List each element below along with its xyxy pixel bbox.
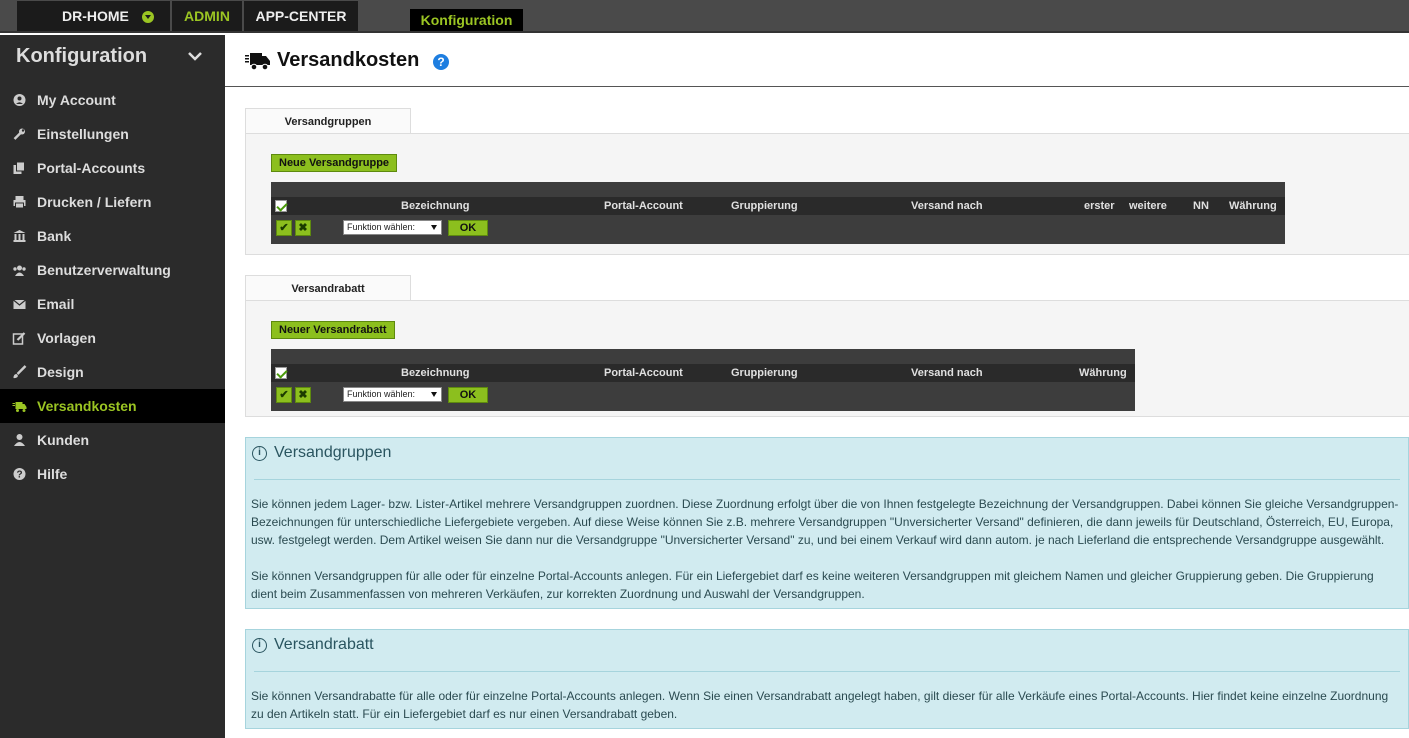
help-icon[interactable]: ? bbox=[433, 54, 449, 70]
sidebar-item-label: Bank bbox=[37, 228, 72, 244]
col-versand-nach[interactable]: Versand nach bbox=[911, 197, 983, 215]
info-title: Versandrabatt bbox=[274, 636, 374, 653]
col-versand-nach[interactable]: Versand nach bbox=[911, 364, 983, 382]
col-portal-account[interactable]: Portal-Account bbox=[604, 197, 683, 215]
ok-button[interactable]: OK bbox=[448, 220, 488, 236]
info-box-versandgruppen: i Versandgruppen Sie können jedem Lager-… bbox=[245, 437, 1409, 609]
col-erster[interactable]: erster bbox=[1084, 197, 1115, 215]
col-gruppierung[interactable]: Gruppierung bbox=[731, 364, 798, 382]
versandrabatt-panel: Neuer Versandrabatt Bezeichnung Portal-A… bbox=[245, 300, 1409, 417]
col-gruppierung[interactable]: Gruppierung bbox=[731, 197, 798, 215]
info-icon: i bbox=[252, 446, 267, 461]
app-center-tab[interactable]: APP-CENTER bbox=[244, 1, 358, 31]
new-versandgruppe-button[interactable]: Neue Versandgruppe bbox=[271, 154, 398, 172]
check-all-button[interactable]: ✔ bbox=[276, 220, 292, 236]
sidebar-item-label: Portal-Accounts bbox=[37, 160, 146, 176]
sidebar-item-label: Versandkosten bbox=[37, 398, 137, 414]
admin-tab[interactable]: ADMIN bbox=[172, 1, 242, 31]
user-circle-icon bbox=[13, 94, 26, 106]
select-all-checkbox[interactable] bbox=[275, 367, 287, 379]
col-waehrung[interactable]: Währung bbox=[1079, 364, 1127, 382]
sidebar-item-label: My Account bbox=[37, 92, 116, 108]
wrench-icon bbox=[13, 128, 25, 140]
sidebar-title: Konfiguration bbox=[16, 45, 148, 67]
info-title: Versandgruppen bbox=[274, 444, 392, 461]
konfiguration-tab[interactable]: Konfiguration bbox=[410, 9, 523, 31]
info-paragraph: Sie können jedem Lager- bzw. Lister-Arti… bbox=[251, 497, 1399, 547]
sidebar-item-label: Design bbox=[37, 364, 84, 380]
versandgruppen-panel: Neue Versandgruppe Bezeichnung Portal-Ac… bbox=[245, 133, 1409, 255]
info-icon: i bbox=[252, 638, 267, 653]
svg-text:?: ? bbox=[16, 470, 22, 481]
sidebar-item-my-account[interactable]: My Account bbox=[0, 83, 225, 117]
truck-icon bbox=[12, 402, 27, 412]
sidebar-item-hilfe[interactable]: ? Hilfe bbox=[0, 457, 225, 491]
info-paragraph: Sie können Versandrabatte für alle oder … bbox=[251, 689, 1389, 721]
copy-icon bbox=[13, 161, 25, 174]
question-icon: ? bbox=[13, 468, 26, 481]
users-icon bbox=[13, 265, 26, 276]
printer-icon bbox=[13, 196, 26, 209]
home-label: DR-HOME bbox=[62, 8, 129, 24]
top-bar: DR-HOME ADMIN APP-CENTER Konfiguration bbox=[0, 0, 1409, 33]
sidebar-item-benutzerverwaltung[interactable]: Benutzerverwaltung bbox=[0, 253, 225, 287]
select-all-checkbox[interactable] bbox=[275, 200, 287, 212]
sidebar-item-bank[interactable]: Bank bbox=[0, 219, 225, 253]
sidebar-item-label: Drucken / Liefern bbox=[37, 194, 152, 210]
sidebar-item-drucken-liefern[interactable]: Drucken / Liefern bbox=[0, 185, 225, 219]
sidebar-item-einstellungen[interactable]: Einstellungen bbox=[0, 117, 225, 151]
sidebar-item-design[interactable]: Design bbox=[0, 355, 225, 389]
sidebar-item-label: Hilfe bbox=[37, 466, 68, 482]
function-select[interactable]: Funktion wählen: bbox=[343, 387, 442, 402]
bank-icon bbox=[13, 230, 26, 242]
col-waehrung[interactable]: Währung bbox=[1229, 197, 1277, 215]
ok-button[interactable]: OK bbox=[448, 387, 488, 403]
sidebar-item-label: Email bbox=[37, 296, 75, 312]
page-header: Versandkosten ? bbox=[225, 35, 1409, 87]
col-weitere[interactable]: weitere bbox=[1129, 197, 1167, 215]
info-box-versandrabatt: i Versandrabatt Sie können Versandrabatt… bbox=[245, 629, 1409, 729]
tab-versandgruppen[interactable]: Versandgruppen bbox=[245, 108, 411, 134]
versandrabatt-grid: Bezeichnung Portal-Account Gruppierung V… bbox=[271, 349, 1135, 411]
uncheck-all-button[interactable]: ✖ bbox=[295, 220, 311, 236]
col-bezeichnung[interactable]: Bezeichnung bbox=[401, 364, 469, 382]
sidebar-item-label: Vorlagen bbox=[37, 330, 96, 346]
truck-icon bbox=[245, 53, 270, 71]
sidebar-item-versandkosten[interactable]: Versandkosten bbox=[0, 389, 225, 423]
col-bezeichnung[interactable]: Bezeichnung bbox=[401, 197, 469, 215]
uncheck-all-button[interactable]: ✖ bbox=[295, 387, 311, 403]
home-menu[interactable]: DR-HOME bbox=[17, 1, 170, 31]
brush-icon bbox=[13, 365, 27, 379]
user-icon bbox=[14, 434, 25, 446]
page-title: Versandkosten bbox=[277, 49, 420, 71]
col-portal-account[interactable]: Portal-Account bbox=[604, 364, 683, 382]
sidebar: Konfiguration My Account Einstellungen P… bbox=[0, 35, 225, 738]
sidebar-item-vorlagen[interactable]: Vorlagen bbox=[0, 321, 225, 355]
divider bbox=[254, 671, 1400, 672]
sidebar-item-label: Kunden bbox=[37, 432, 90, 448]
sidebar-item-label: Benutzerverwaltung bbox=[37, 262, 171, 278]
main-content: Versandkosten ? Versandgruppen Neue Vers… bbox=[225, 35, 1409, 738]
chevron-down-icon[interactable] bbox=[188, 49, 202, 63]
versandgruppen-grid: Bezeichnung Portal-Account Gruppierung V… bbox=[271, 182, 1285, 244]
sidebar-item-label: Einstellungen bbox=[37, 126, 129, 142]
edit-icon bbox=[12, 332, 26, 345]
sidebar-item-email[interactable]: Email bbox=[0, 287, 225, 321]
sidebar-item-portal-accounts[interactable]: Portal-Accounts bbox=[0, 151, 225, 185]
col-nn[interactable]: NN bbox=[1193, 197, 1209, 215]
tab-versandrabatt[interactable]: Versandrabatt bbox=[245, 275, 411, 301]
new-versandrabatt-button[interactable]: Neuer Versandrabatt bbox=[271, 321, 395, 339]
check-all-button[interactable]: ✔ bbox=[276, 387, 292, 403]
envelope-icon bbox=[13, 299, 26, 309]
info-paragraph: Sie können Versandgruppen für alle oder … bbox=[251, 569, 1374, 601]
sidebar-item-kunden[interactable]: Kunden bbox=[0, 423, 225, 457]
chevron-down-icon[interactable] bbox=[142, 11, 154, 23]
divider bbox=[254, 479, 1400, 480]
function-select[interactable]: Funktion wählen: bbox=[343, 220, 442, 235]
